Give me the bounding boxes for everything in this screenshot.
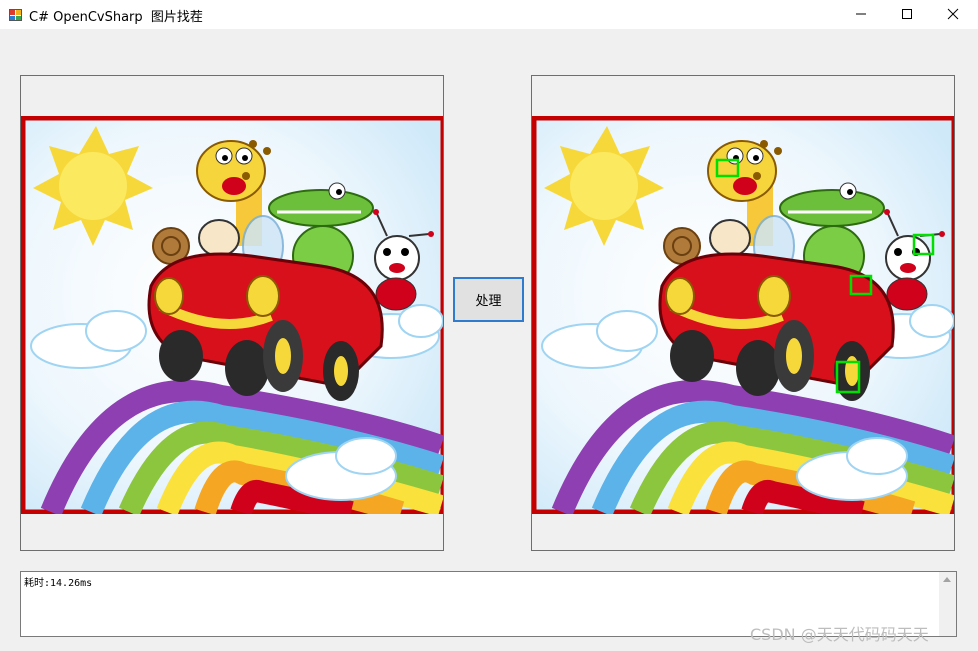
result-picture-box: [531, 75, 955, 551]
scroll-up-arrow-icon[interactable]: [943, 577, 951, 582]
app-icon: [9, 7, 23, 21]
minimize-button[interactable]: [838, 0, 884, 29]
maximize-button[interactable]: [884, 0, 930, 29]
close-icon: [947, 8, 959, 20]
car-drawing: [147, 252, 384, 401]
title-bar[interactable]: C# OpenCvSharp 图片找茬: [0, 0, 978, 29]
process-button[interactable]: 处理: [453, 277, 524, 322]
result-image: [532, 116, 954, 514]
maximize-icon: [902, 9, 912, 19]
elapsed-time-text: 耗时:14.26ms: [24, 578, 93, 589]
close-button[interactable]: [930, 0, 976, 29]
watermark: CSDN @天天代码码天天: [750, 625, 929, 644]
minimize-icon: [856, 13, 866, 15]
original-picture-box: [20, 75, 444, 551]
window-title: C# OpenCvSharp 图片找茬: [29, 10, 203, 25]
vertical-scrollbar[interactable]: [939, 572, 956, 636]
original-image: [21, 116, 443, 514]
